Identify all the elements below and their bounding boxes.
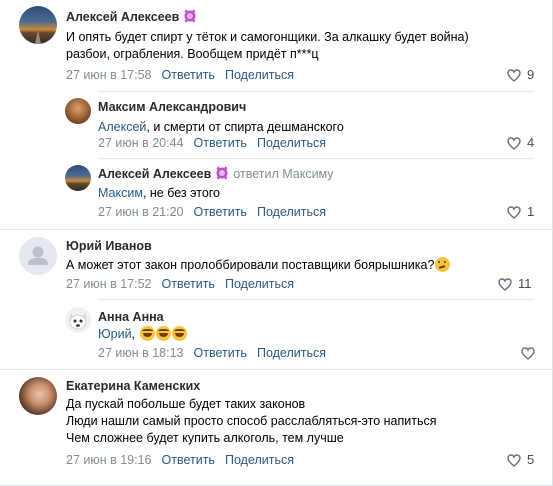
laughing-emoji <box>155 326 171 341</box>
share-button[interactable]: Поделиться <box>225 277 294 291</box>
comment-text-body: А может этот закон пролоббировали постав… <box>66 258 435 272</box>
like-count: 1 <box>527 204 535 219</box>
like-button[interactable]: 1 <box>507 204 534 220</box>
avatar[interactable] <box>19 6 57 44</box>
reply-button[interactable]: Ответить <box>162 277 215 291</box>
comment-text-body: , <box>131 327 139 341</box>
comment-author[interactable]: Екатерина Каменских <box>66 379 200 393</box>
comment-author[interactable]: Максим Александрович <box>98 100 246 114</box>
reply-button[interactable]: Ответить <box>194 136 247 150</box>
badge-icon[interactable] <box>183 9 197 23</box>
share-button[interactable]: Поделиться <box>257 346 326 360</box>
divider <box>0 229 553 230</box>
like-count: 9 <box>527 67 535 82</box>
like-button[interactable]: 4 <box>507 135 534 151</box>
laughing-emoji <box>171 326 187 341</box>
comments-panel: Алексей Алексеев И опять будет спирт у т… <box>0 0 553 486</box>
divider <box>98 158 534 159</box>
divider <box>0 369 553 370</box>
heart-icon <box>521 347 535 360</box>
comment-text: И опять будет спирт у тёток и самогонщик… <box>66 30 469 61</box>
share-button[interactable]: Поделиться <box>225 68 294 82</box>
comment-text: Да пускай побольше будет таких законов Л… <box>66 397 437 445</box>
comment-text: Алексей, и смерти от спирта дешманского <box>98 119 538 136</box>
comment-date[interactable]: 27 июн в 18:13 <box>98 346 184 360</box>
comment-author[interactable]: Юрий Иванов <box>66 239 152 253</box>
heart-icon <box>498 278 512 291</box>
comment-date[interactable]: 27 июн в 19:16 <box>66 453 152 467</box>
comment-author[interactable]: Анна Анна <box>98 310 164 324</box>
comment-date[interactable]: 27 июн в 17:58 <box>66 68 152 82</box>
avatar[interactable] <box>19 377 57 415</box>
mention-link[interactable]: Юрий <box>98 327 132 341</box>
mention-link[interactable]: Максим <box>98 186 143 200</box>
comment-author[interactable]: Алексей Алексеев <box>98 167 211 181</box>
comment-author[interactable]: Алексей Алексеев <box>66 10 179 24</box>
share-button[interactable]: Поделиться <box>257 136 326 150</box>
comment-text: Юрий, <box>98 326 538 343</box>
comment-date[interactable]: 27 июн в 17:52 <box>66 277 152 291</box>
like-count: 11 <box>518 276 532 291</box>
cat-avatar-image <box>69 313 87 330</box>
like-button[interactable]: 11 <box>498 276 532 292</box>
share-button[interactable]: Поделиться <box>257 205 326 219</box>
heart-icon <box>507 69 521 82</box>
badge-icon[interactable] <box>215 166 229 180</box>
heart-icon <box>507 137 521 150</box>
comment-text-body: , и смерти от спирта дешманского <box>146 120 344 134</box>
thinking-emoji <box>435 257 451 272</box>
like-button[interactable]: 5 <box>507 452 534 468</box>
divider <box>98 91 534 92</box>
avatar[interactable] <box>65 165 91 191</box>
divider <box>98 299 534 300</box>
comment-text-body: , не без этого <box>142 186 221 200</box>
like-count: 4 <box>527 135 535 150</box>
heart-icon <box>507 206 521 219</box>
reply-button[interactable]: Ответить <box>162 453 215 467</box>
share-button[interactable]: Поделиться <box>225 453 294 467</box>
comment-date[interactable]: 27 июн в 20:44 <box>98 136 184 150</box>
comment-text: А может этот закон пролоббировали постав… <box>66 257 546 274</box>
comment-text: Максим, не без этого <box>98 185 538 202</box>
like-button[interactable] <box>521 345 541 361</box>
comment-date[interactable]: 27 июн в 21:20 <box>98 205 184 219</box>
laughing-emoji <box>139 326 155 341</box>
avatar[interactable] <box>65 307 91 333</box>
road-sunset-image <box>35 30 41 44</box>
heart-icon <box>507 454 521 467</box>
reply-button[interactable]: Ответить <box>194 205 247 219</box>
avatar[interactable] <box>65 98 91 124</box>
mention-link[interactable]: Алексей <box>98 120 146 134</box>
avatar[interactable] <box>19 237 57 275</box>
like-button[interactable]: 9 <box>507 67 534 83</box>
like-count: 5 <box>527 452 535 467</box>
reply-button[interactable]: Ответить <box>194 346 247 360</box>
reply-button[interactable]: Ответить <box>162 68 215 82</box>
user-placeholder-icon <box>28 246 48 265</box>
reply-to-link[interactable]: ответил Максиму <box>233 167 333 181</box>
